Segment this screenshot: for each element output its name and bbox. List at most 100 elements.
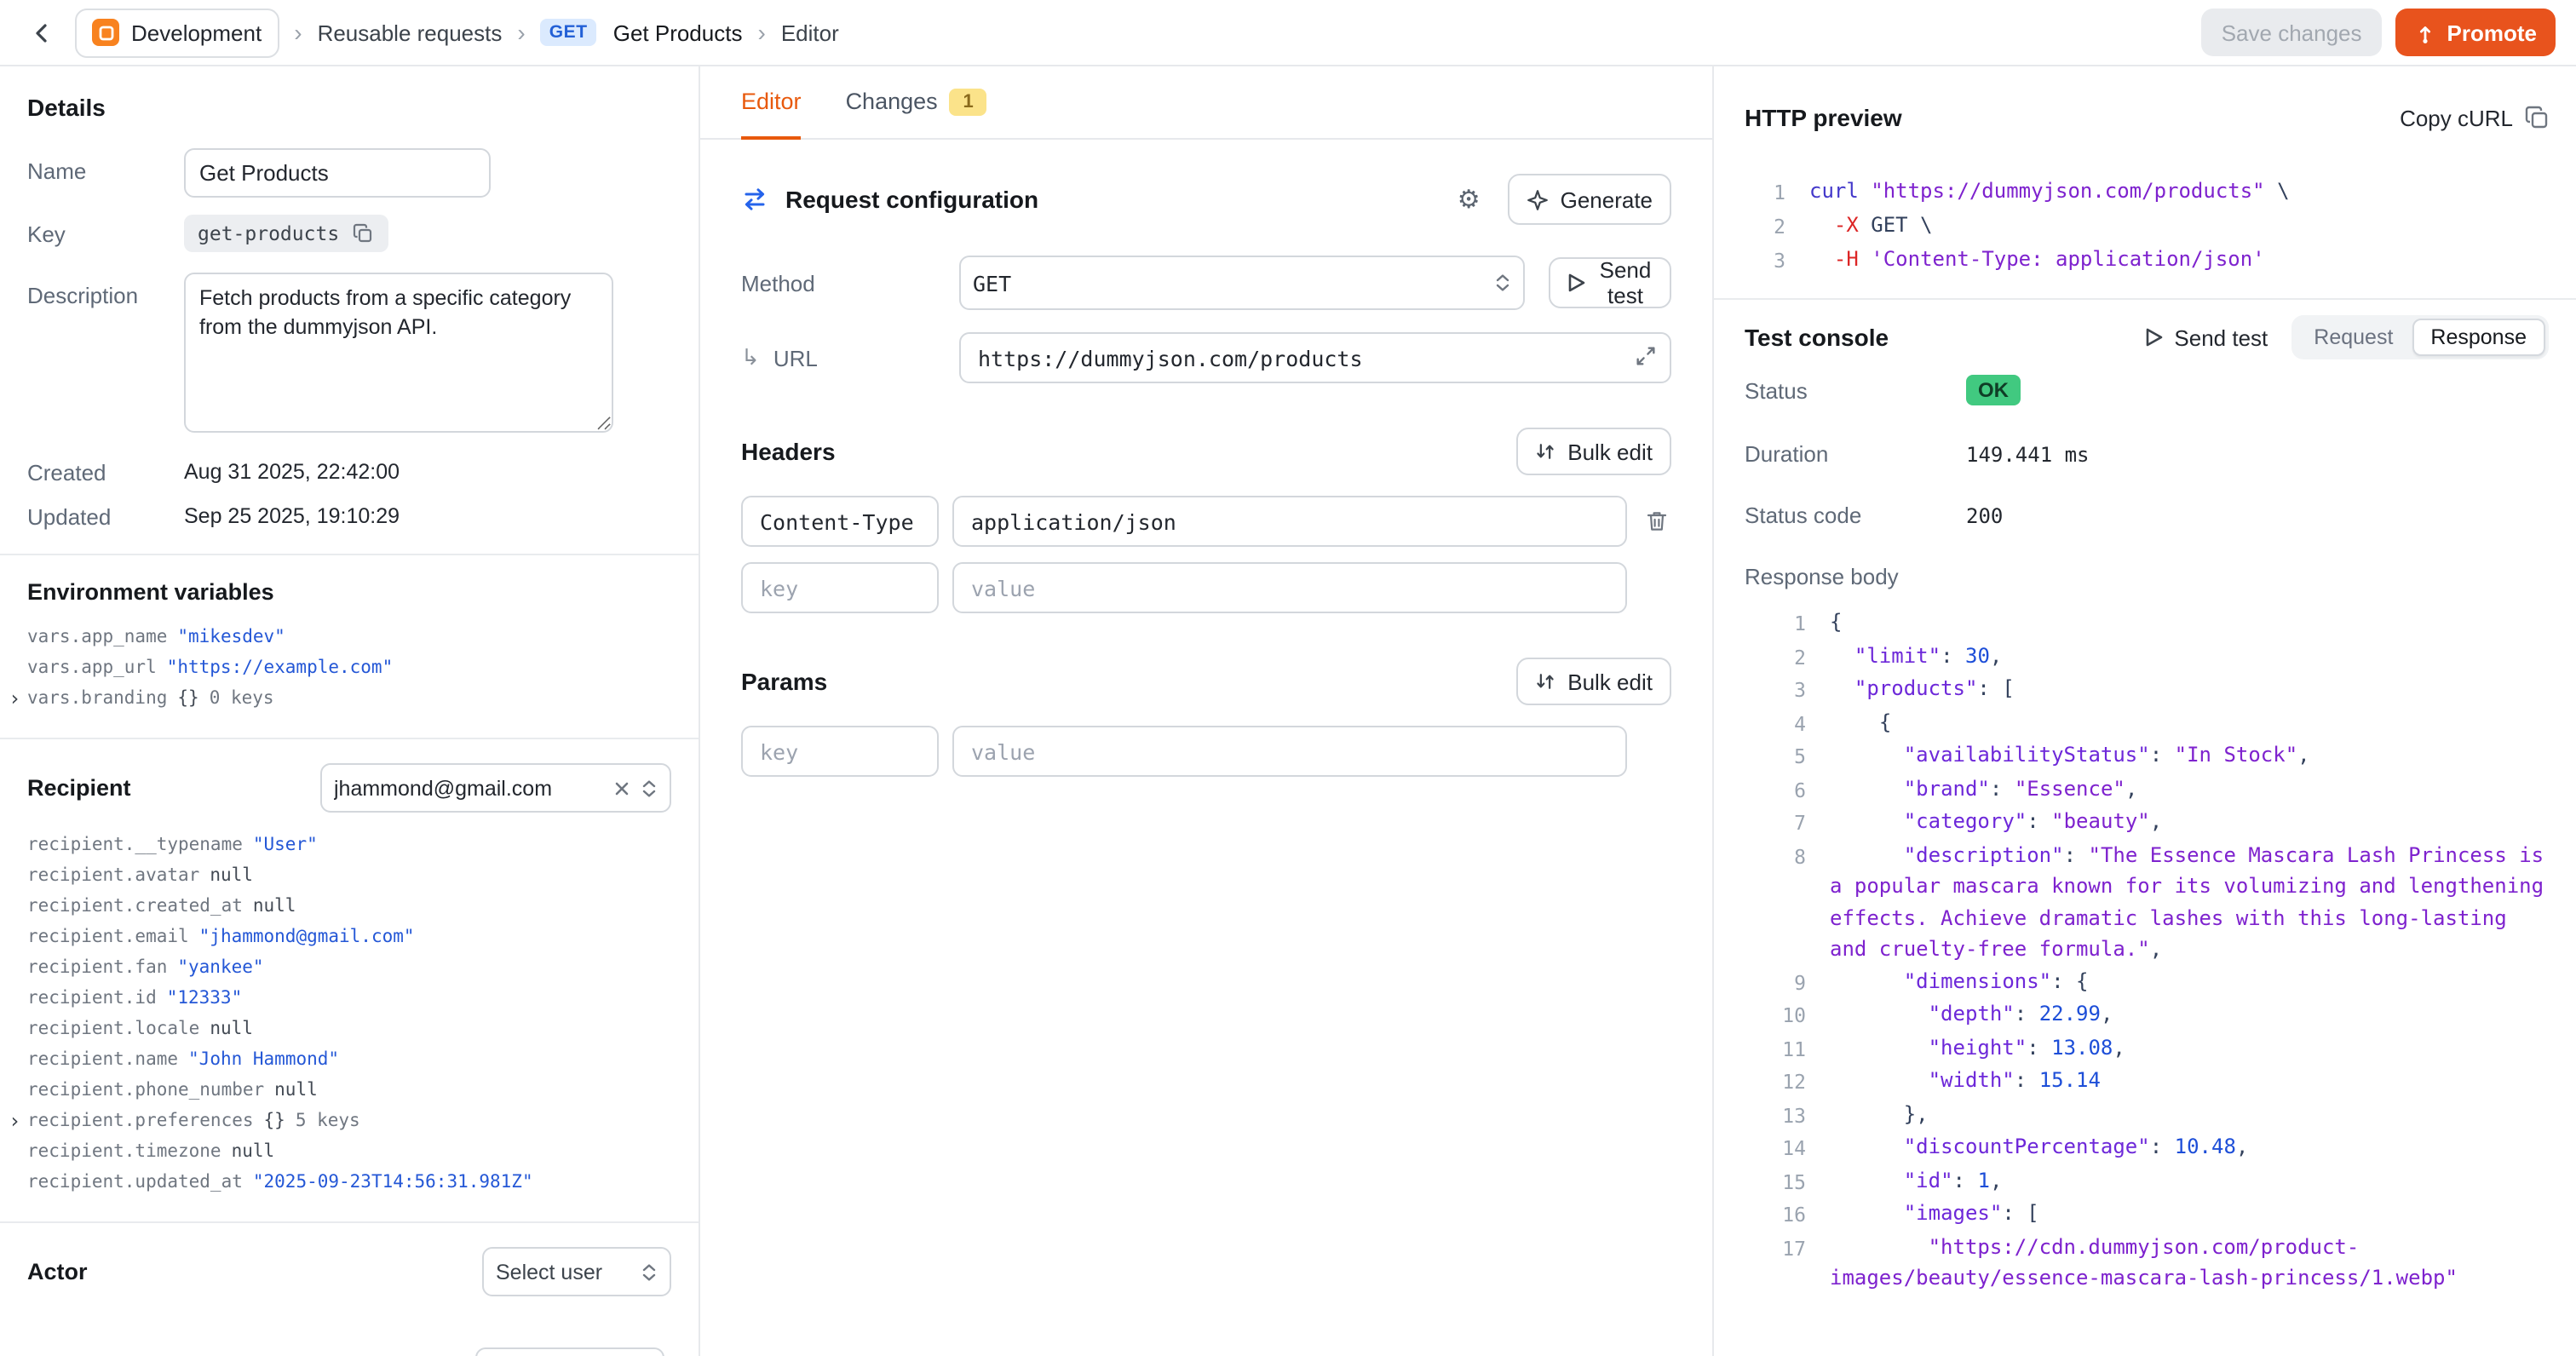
gear-icon[interactable]: ⚙	[1458, 187, 1481, 212]
save-changes-button[interactable]: Save changes	[2201, 9, 2383, 56]
response-code-text: "category": "beauty",	[1830, 806, 2549, 839]
url-input[interactable]	[959, 332, 1671, 383]
line-number: 5	[1762, 739, 1806, 773]
curl-code: 1 curl "https://dummyjson.com/products" \…	[1745, 175, 2549, 278]
name-input[interactable]	[184, 148, 491, 198]
line-number: 12	[1762, 1065, 1806, 1098]
param-value-input[interactable]	[952, 726, 1627, 777]
variable-meta: 5 keys	[296, 1106, 360, 1136]
line-number: 16	[1762, 1198, 1806, 1231]
environment-label: Development	[131, 20, 262, 45]
line-number: 1	[1745, 175, 1785, 210]
trash-icon[interactable]	[1641, 506, 1671, 537]
tab-editor[interactable]: Editor	[741, 66, 802, 140]
details-title: Details	[27, 94, 671, 121]
header-key-input[interactable]	[741, 562, 939, 613]
method-badge: GET	[541, 19, 596, 46]
back-button[interactable]	[20, 12, 61, 53]
variable-value: "2025-09-23T14:56:31.981Z"	[253, 1167, 533, 1198]
response-code-text: "id": 1,	[1830, 1164, 2549, 1198]
variable-key: recipient.timezone	[27, 1136, 221, 1167]
response-code-text: "description": "The Essence Mascara Lash…	[1830, 839, 2549, 965]
recipient-select[interactable]: jhammond@gmail.com	[320, 763, 671, 813]
clear-icon[interactable]	[613, 779, 630, 796]
variable-value: null	[232, 1136, 275, 1167]
variable-row: recipient.phone_numbernull	[27, 1075, 671, 1106]
variable-key: recipient.preferences	[27, 1106, 254, 1136]
variable-row[interactable]: ›vars.branding{}0 keys	[27, 683, 671, 714]
variable-key: vars.app_url	[27, 652, 157, 683]
status-code-label: Status code	[1745, 503, 1966, 528]
tab-changes[interactable]: Changes 1	[846, 66, 987, 140]
params-bulk-edit-button[interactable]: Bulk edit	[1516, 658, 1671, 705]
promote-button[interactable]: Promote	[2396, 9, 2556, 56]
toggle-request[interactable]: Request	[2295, 319, 2412, 356]
variable-value: null	[274, 1075, 318, 1106]
param-row-empty	[741, 726, 1671, 777]
copy-key-button[interactable]	[351, 221, 375, 245]
variable-key: recipient.name	[27, 1044, 178, 1075]
curl-code-text: curl "https://dummyjson.com/products" \	[1809, 175, 2549, 210]
expand-icon[interactable]	[1634, 344, 1658, 368]
breadcrumb-separator: ›	[756, 19, 767, 46]
response-line: 8 "description": "The Essence Mascara La…	[1762, 839, 2549, 965]
variable-row: recipient.timezone null	[27, 1136, 671, 1167]
topbar: Development › Reusable requests › GET Ge…	[0, 0, 2576, 66]
line-number: 3	[1762, 673, 1806, 706]
response-line: 7 "category": "beauty",	[1762, 806, 2549, 839]
chevron-right-icon[interactable]: ›	[9, 683, 20, 714]
variable-key: recipient.avatar	[27, 860, 199, 891]
key-value-pill: get-products	[184, 215, 388, 252]
environment-selector[interactable]: Development	[75, 8, 279, 57]
response-line: 17 "https://cdn.dummyjson.com/product-im…	[1762, 1231, 2549, 1294]
editor-content: Request configuration ⚙ Generate Method …	[700, 140, 1712, 826]
header-key-input[interactable]	[741, 496, 939, 547]
response-line: 16 "images": [	[1762, 1198, 2549, 1231]
chevron-right-icon[interactable]: ›	[9, 1106, 20, 1136]
headers-title: Headers	[741, 438, 836, 465]
http-preview-title: HTTP preview	[1745, 104, 1902, 131]
line-number: 3	[1745, 244, 1785, 278]
clipped-select[interactable]	[475, 1347, 664, 1356]
response-code-text: "dimensions": {	[1830, 965, 2549, 998]
header-value-input[interactable]	[952, 562, 1627, 613]
param-key-input[interactable]	[741, 726, 939, 777]
line-number: 1	[1762, 606, 1806, 640]
generate-button[interactable]: Generate	[1508, 174, 1671, 225]
method-select[interactable]: GET	[959, 256, 1525, 310]
main-layout: Details Name Key get-products Descriptio…	[0, 66, 2576, 1356]
variable-value: {}	[177, 683, 198, 714]
status-label: Status	[1745, 377, 1966, 403]
response-line: 11 "height": 13.08,	[1762, 1031, 2549, 1065]
variable-row[interactable]: ›recipient.preferences{}5 keys	[27, 1106, 671, 1136]
key-label: Key	[27, 221, 184, 246]
response-code-text: "brand": "Essence",	[1830, 773, 2549, 806]
preview-panel: HTTP preview Copy cURL 1 curl "https://du…	[1714, 66, 2576, 1356]
variable-value: "yankee"	[177, 952, 263, 983]
description-textarea[interactable]: Fetch products from a specific category …	[184, 273, 613, 433]
divider	[0, 554, 699, 555]
variable-row: vars.app_url"https://example.com"	[27, 652, 671, 683]
breadcrumb-request-name[interactable]: Get Products	[613, 20, 743, 45]
console-send-test-button[interactable]: Send test	[2145, 325, 2268, 350]
clipped-bottom-row	[27, 1347, 671, 1356]
header-value-input[interactable]	[952, 496, 1627, 547]
actor-title: Actor	[27, 1259, 88, 1284]
variable-key: recipient.id	[27, 983, 157, 1014]
send-test-button[interactable]: Send test	[1549, 257, 1671, 308]
play-icon	[1567, 273, 1586, 293]
toggle-response[interactable]: Response	[2412, 319, 2545, 356]
variable-row: recipient.name"John Hammond"	[27, 1044, 671, 1075]
variable-value: null	[253, 891, 296, 922]
sparkle-icon	[1527, 188, 1549, 210]
response-code-text: "discountPercentage": 10.48,	[1830, 1131, 2549, 1164]
console-view-toggle: Request Response	[2291, 315, 2549, 359]
actor-select[interactable]: Select user	[482, 1247, 671, 1296]
changes-count-badge: 1	[950, 88, 987, 115]
status-badge: OK	[1966, 375, 2021, 405]
copy-curl-button[interactable]: Copy cURL	[2400, 105, 2549, 130]
variable-row: recipient.id"12333"	[27, 983, 671, 1014]
headers-bulk-edit-button[interactable]: Bulk edit	[1516, 428, 1671, 475]
response-line: 13 },	[1762, 1098, 2549, 1131]
breadcrumb-reusable-requests[interactable]: Reusable requests	[318, 20, 503, 45]
